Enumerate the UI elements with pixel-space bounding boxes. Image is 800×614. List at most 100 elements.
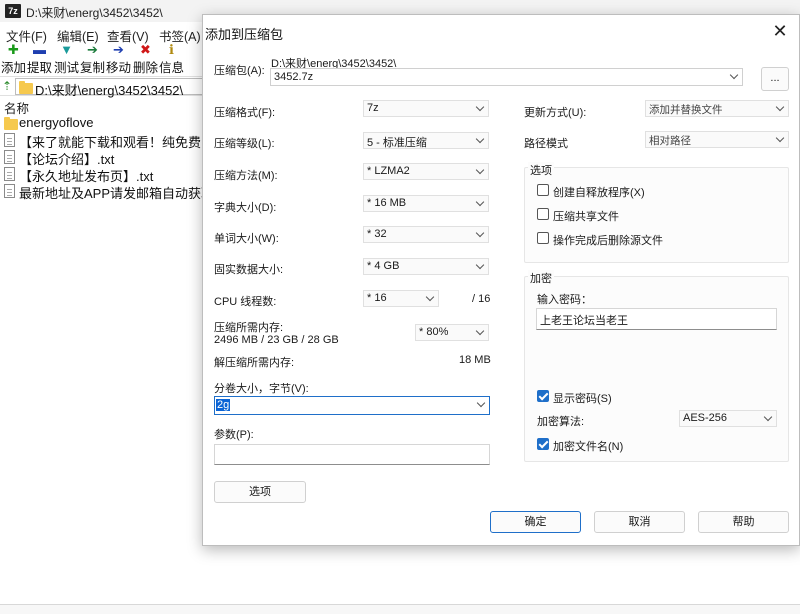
add-to-archive-dialog: 添加到压缩包 ✕ 压缩包(A): D:\来财\energ\3452\3452\ … [202, 14, 800, 546]
cpu-select[interactable]: * 16 [363, 290, 439, 307]
list-item-name: energyoflove [19, 115, 94, 130]
list-item-name: 【来了就能下载和观看！纯免费！】 [19, 135, 204, 149]
delete-label: 删除 [132, 61, 158, 75]
status-bar [0, 604, 800, 614]
format-select[interactable]: 7z [363, 100, 489, 117]
archive-name-value: 3452.7z [274, 71, 314, 83]
arrow-right-icon: ➔ [87, 42, 98, 57]
test-label: 测试 [53, 61, 79, 75]
word-label: 单词大小(W): [214, 233, 279, 245]
chevron-down-icon [475, 326, 485, 338]
show-password-checkbox[interactable] [537, 390, 549, 402]
cpu-label: CPU 线程数: [214, 296, 277, 308]
info-label: 信息 [158, 61, 184, 75]
encrypt-names-checkbox[interactable] [537, 438, 549, 450]
split-label: 分卷大小，字节(V): [214, 383, 309, 395]
delete-after-checkbox[interactable] [537, 232, 549, 244]
plus-icon: ✚ [8, 42, 19, 57]
copy-button[interactable]: ➔ 复制 [79, 42, 106, 75]
archive-name-combo[interactable]: 3452.7z [270, 68, 743, 86]
dialog-title: 添加到压缩包 [205, 27, 284, 42]
chevron-down-icon [475, 260, 485, 272]
address-text: D:\来财\energ\3452\3452\ [35, 83, 184, 98]
shared-files-checkbox[interactable] [537, 208, 549, 220]
move-button[interactable]: ➔ 移动 [105, 42, 132, 75]
method-select[interactable]: * LZMA2 [363, 163, 489, 180]
params-input[interactable] [214, 444, 490, 465]
test-button[interactable]: ▼ 测试 [53, 42, 80, 75]
encryption-method-value: AES-256 [683, 412, 728, 424]
extract-button[interactable]: ▬ 提取 [26, 42, 53, 75]
chevron-down-icon [775, 102, 785, 114]
list-item-name: 最新地址及APP请发邮箱自动获取! [19, 186, 204, 200]
method-value: * LZMA2 [367, 165, 410, 177]
address-input[interactable]: D:\来财\energ\3452\3452\ [15, 78, 205, 98]
word-value: * 32 [367, 228, 387, 240]
file-icon [4, 167, 15, 181]
add-label: 添加 [0, 61, 26, 75]
update-select[interactable]: 添加并替换文件 [645, 100, 789, 117]
copy-label: 复制 [79, 61, 105, 75]
chevron-down-icon [729, 70, 739, 82]
encryption-method-label: 加密算法: [537, 416, 585, 428]
dict-select[interactable]: * 16 MB [363, 195, 489, 212]
chevron-down-icon [475, 165, 485, 177]
x-icon: ✖ [140, 42, 151, 57]
up-folder-icon[interactable]: ⇡ [2, 79, 12, 93]
password-input[interactable]: 上老王论坛当老王 [536, 308, 777, 330]
split-size-value: 2g [216, 399, 231, 411]
window-title: D:\来财\energ\3452\3452\ [26, 6, 163, 20]
browse-button[interactable]: ... [761, 67, 789, 91]
add-button[interactable]: ✚ 添加 [0, 42, 27, 75]
cpu-value: * 16 [367, 292, 387, 304]
ok-button[interactable]: 确定 [490, 511, 581, 533]
chevron-down-icon [775, 133, 785, 145]
folder-icon [4, 117, 18, 130]
split-size-combo[interactable]: 2g [214, 396, 490, 415]
list-item[interactable]: energyoflove [4, 115, 204, 132]
list-item[interactable]: 【来了就能下载和观看！纯免费！】 [4, 132, 204, 149]
delete-button[interactable]: ✖ 删除 [132, 42, 159, 75]
extract-label: 提取 [26, 61, 52, 75]
mem-percent-select[interactable]: * 80% [415, 324, 489, 341]
chevron-down-icon [476, 398, 486, 410]
info-icon: ℹ [169, 42, 174, 57]
dict-value: * 16 MB [367, 197, 407, 209]
path-label: 路径模式 [524, 138, 568, 150]
close-icon[interactable]: ✕ [769, 20, 791, 42]
encryption-group-title: 加密 [528, 270, 554, 286]
options-group-title: 选项 [528, 162, 554, 178]
chevron-down-icon [475, 228, 485, 240]
method-label: 压缩方法(M): [214, 170, 278, 182]
format-label: 压缩格式(F): [214, 107, 276, 119]
list-item[interactable]: 【论坛介绍】.txt [4, 149, 204, 166]
options-button[interactable]: 选项 [214, 481, 306, 503]
mem-value: 2496 MB / 23 GB / 28 GB [214, 334, 339, 346]
path-mode-select[interactable]: 相对路径 [645, 131, 789, 148]
level-label: 压缩等级(L): [214, 138, 275, 150]
folder-icon [19, 81, 33, 94]
update-value: 添加并替换文件 [649, 104, 723, 116]
password-label: 输入密码： [537, 294, 592, 306]
shared-files-label: 压缩共享文件 [553, 211, 619, 223]
chevron-down-icon [763, 412, 773, 424]
info-button[interactable]: ℹ 信息 [158, 42, 185, 75]
list-item[interactable]: 【永久地址发布页】.txt [4, 166, 204, 183]
word-select[interactable]: * 32 [363, 226, 489, 243]
solid-label: 固实数据大小: [214, 264, 284, 276]
sfx-checkbox[interactable] [537, 184, 549, 196]
list-item-name: 【论坛介绍】.txt [19, 152, 115, 166]
check-icon: ▼ [60, 42, 73, 57]
help-button[interactable]: 帮助 [698, 511, 789, 533]
encrypt-names-label: 加密文件名(N) [553, 441, 624, 453]
encryption-method-select[interactable]: AES-256 [679, 410, 777, 427]
level-select[interactable]: 5 - 标准压缩 [363, 132, 489, 149]
chevron-down-icon [475, 102, 485, 114]
mem-percent-value: * 80% [419, 326, 449, 338]
cancel-button[interactable]: 取消 [594, 511, 685, 533]
password-value: 上老王论坛当老王 [540, 315, 628, 327]
path-mode-value: 相对路径 [649, 135, 691, 147]
chevron-down-icon [475, 134, 485, 146]
list-item[interactable]: 最新地址及APP请发邮箱自动获取! [4, 183, 204, 200]
solid-select[interactable]: * 4 GB [363, 258, 489, 275]
